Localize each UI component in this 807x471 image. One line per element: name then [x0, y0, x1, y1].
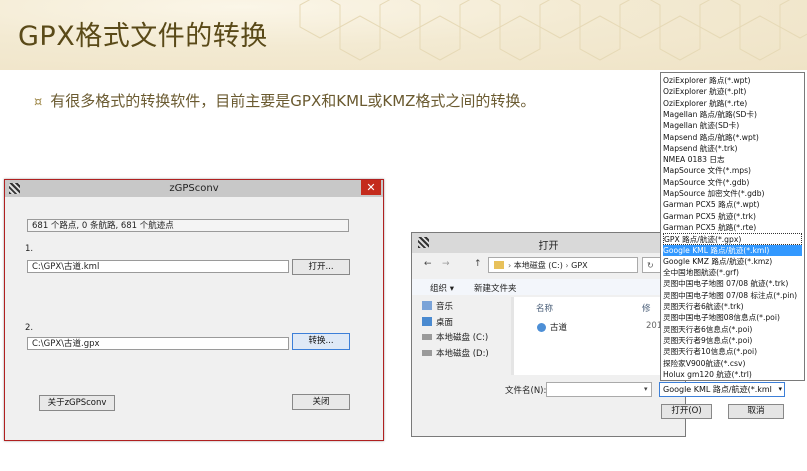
- filetype-option[interactable]: Google KML 路点/航迹(*.kml): [663, 244, 802, 256]
- bullet-text: 有很多格式的转换软件，目前主要是GPX和KML或KMZ格式之间的转换。: [50, 92, 536, 110]
- back-icon[interactable]: ←: [424, 259, 432, 269]
- music-icon: [422, 301, 432, 310]
- filetype-option[interactable]: Magellan 路点/航路(SD卡): [663, 109, 802, 121]
- filename-label: 文件名(N):: [505, 386, 547, 396]
- zgpsconv-title: zGPSconv: [169, 183, 219, 194]
- filetype-option[interactable]: Mapsend 航迹(*.trk): [663, 143, 802, 155]
- status-field: 681 个路点, 0 条航路, 681 个航迹点: [27, 219, 349, 232]
- column-header-name[interactable]: 名称: [536, 302, 553, 314]
- drive-c-icon: [422, 334, 432, 340]
- slide-title: GPX格式文件的转换: [18, 21, 268, 52]
- filetype-option[interactable]: OziExplorer 航迹(*.plt): [663, 86, 802, 98]
- chevron-down-icon[interactable]: ▾: [778, 383, 782, 396]
- open-dialog-titlebar[interactable]: 打开: [412, 233, 685, 253]
- filetype-option[interactable]: 全中国地图航迹(*.grf): [663, 267, 802, 279]
- filetype-option[interactable]: Google KMZ 路点/航迹(*.kmz): [663, 256, 802, 268]
- filetype-option[interactable]: MapSource 加密文件(*.gdb): [663, 188, 802, 200]
- column-header-date[interactable]: 修: [642, 302, 651, 314]
- nav-item-drive-c[interactable]: 本地磁盘 (C:): [436, 331, 488, 343]
- filetype-combobox[interactable]: Google KML 路点/航迹(*.kml ▾: [659, 382, 785, 397]
- zgpsconv-titlebar[interactable]: zGPSconv ✕: [5, 180, 383, 197]
- open-dialog-title: 打开: [538, 241, 559, 252]
- dialog-cancel-button[interactable]: 取消: [728, 404, 784, 419]
- filetype-option[interactable]: 灵图中国电子地图 07/08 标注点(*.pin): [663, 290, 802, 302]
- desktop-icon: [422, 317, 432, 326]
- nav-item-music[interactable]: 音乐: [436, 300, 453, 312]
- breadcrumb-folder[interactable]: GPX: [571, 261, 588, 270]
- filetype-option[interactable]: Garman PCX5 航路(*.rte): [663, 222, 802, 234]
- convert-button[interactable]: 转换...: [292, 333, 350, 350]
- step-2-label: 2.: [25, 323, 34, 333]
- filetype-selected: Google KML 路点/航迹(*.kml: [663, 385, 772, 394]
- filetype-option[interactable]: OziExplorer 航路(*.rte): [663, 98, 802, 110]
- about-button[interactable]: 关于zGPSconv: [39, 395, 115, 411]
- filetype-dropdown-list: OziExplorer 路点(*.wpt) OziExplorer 航迹(*.pl…: [660, 72, 805, 381]
- filetype-option[interactable]: 灵图天行者10信息点(*.poi): [663, 346, 802, 358]
- organize-menu[interactable]: 组织 ▾: [430, 282, 454, 294]
- nav-item-desktop[interactable]: 桌面: [436, 316, 453, 328]
- address-bar[interactable]: › 本地磁盘 (C:) › GPX: [488, 257, 638, 273]
- filetype-option[interactable]: 灵图天行者6航迹(*.trk): [663, 301, 802, 313]
- dialog-open-button[interactable]: 打开(O): [661, 404, 712, 419]
- new-folder-button[interactable]: 新建文件夹: [474, 282, 517, 294]
- source-file-input[interactable]: C:\GPX\古道.kml: [27, 260, 289, 273]
- filetype-option[interactable]: Garman PCX5 航迹(*.trk): [663, 211, 802, 223]
- filetype-option[interactable]: Mapsend 路点/航路(*.wpt): [663, 132, 802, 144]
- file-list: 名称 修 古道 2013: [514, 297, 684, 375]
- dialog-toolbar: 组织 ▾ 新建文件夹: [412, 279, 685, 295]
- drive-d-icon: [422, 350, 432, 356]
- navigation-pane: 音乐 桌面 本地磁盘 (C:) 本地磁盘 (D:): [412, 297, 512, 375]
- bullet-point: ¤ 有很多格式的转换软件，目前主要是GPX和KML或KMZ格式之间的转换。: [34, 90, 535, 111]
- open-dialog: 打开 ← → ↑ › 本地磁盘 (C:) › GPX ↻ 组织 ▾ 新建文件夹 …: [411, 232, 686, 437]
- zgpsconv-window: zGPSconv ✕ 681 个路点, 0 条航路, 681 个航迹点 1. C…: [4, 179, 384, 441]
- open-button[interactable]: 打开...: [292, 259, 350, 275]
- filetype-option[interactable]: OziExplorer 路点(*.wpt): [663, 75, 802, 87]
- bullet-symbol: ¤: [34, 95, 43, 110]
- filetype-option[interactable]: NMEA 0183 日志: [663, 154, 802, 166]
- filetype-option[interactable]: 探险家V900航迹(*.csv): [663, 358, 802, 370]
- kml-file-icon: [537, 323, 546, 332]
- step-1-label: 1.: [25, 244, 34, 254]
- filename-input[interactable]: [546, 382, 652, 397]
- filetype-option[interactable]: 灵图中国电子地图 07/08 航迹(*.trk): [663, 278, 802, 290]
- chevron-down-icon[interactable]: ▾: [644, 385, 648, 393]
- target-file-input[interactable]: C:\GPX\古道.gpx: [27, 337, 289, 350]
- file-name[interactable]: 古道: [550, 321, 567, 333]
- filetype-option[interactable]: MapSource 文件(*.gdb): [663, 177, 802, 189]
- filetype-option[interactable]: GPX 路点/航迹(*.gpx): [663, 233, 802, 245]
- filetype-option[interactable]: Magellan 航迹(SD卡): [663, 120, 802, 132]
- filetype-option[interactable]: Holux gm120 航迹(*.trl): [663, 369, 802, 381]
- filetype-option[interactable]: 灵图天行者9信息点(*.poi): [663, 335, 802, 347]
- close-button[interactable]: 关闭: [292, 394, 350, 410]
- folder-icon: [494, 261, 504, 269]
- filetype-option[interactable]: Garman PCX5 路点(*.wpt): [663, 199, 802, 211]
- forward-icon[interactable]: →: [442, 259, 450, 269]
- filetype-option[interactable]: MapSource 文件(*.mps): [663, 165, 802, 177]
- filetype-option[interactable]: 灵图中国电子地图08信息点(*.poi): [663, 312, 802, 324]
- up-icon[interactable]: ↑: [474, 259, 482, 269]
- filetype-option[interactable]: 灵图天行者6信息点(*.poi): [663, 324, 802, 336]
- close-icon[interactable]: ✕: [361, 180, 381, 195]
- breadcrumb-drive[interactable]: 本地磁盘 (C:): [514, 261, 563, 270]
- nav-item-drive-d[interactable]: 本地磁盘 (D:): [436, 347, 489, 359]
